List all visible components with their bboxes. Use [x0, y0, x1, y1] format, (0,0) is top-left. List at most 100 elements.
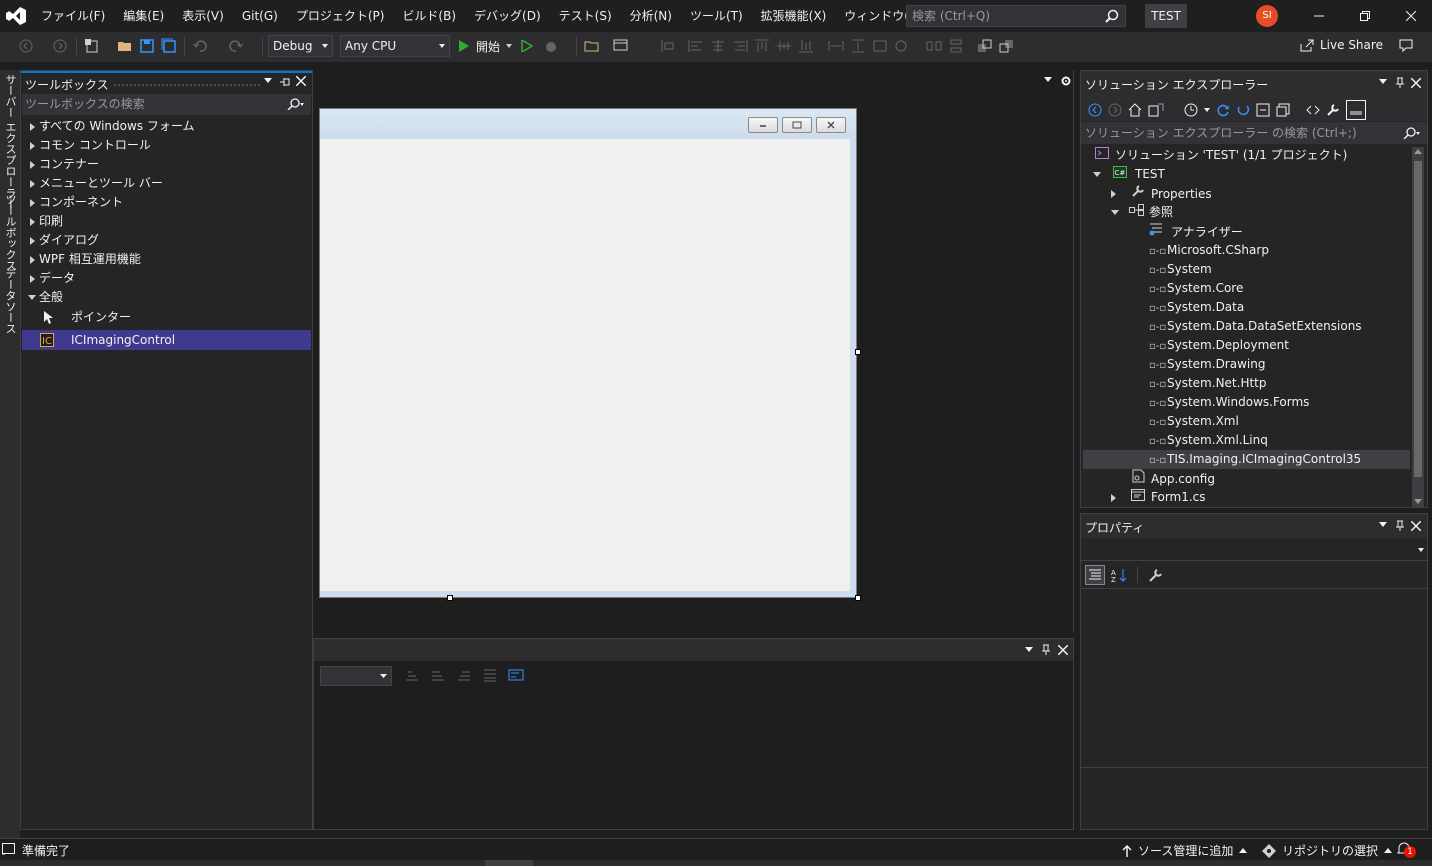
properties-wrench-icon[interactable]	[1326, 103, 1340, 117]
pin-icon[interactable]	[279, 76, 291, 88]
reference-item[interactable]: ▫-▫System.Xml.Linq	[1149, 431, 1268, 450]
open-file-icon[interactable]	[117, 38, 133, 54]
reference-item[interactable]: ▫-▫System.Drawing	[1149, 355, 1265, 374]
solution-node[interactable]: ソリューション 'TEST' (1/1 プロジェクト)	[1095, 146, 1347, 165]
select-repository-button[interactable]: リポジトリの選択	[1262, 842, 1393, 859]
make-same-height-icon[interactable]	[850, 39, 866, 53]
tab-server-explorer[interactable]: サーバー エクスプローラー	[2, 74, 18, 210]
previous-message-icon[interactable]	[430, 668, 446, 682]
output-source-dropdown[interactable]	[320, 666, 392, 686]
solution-explorer-scrollbar[interactable]	[1412, 147, 1424, 507]
view-code-icon[interactable]	[1306, 103, 1320, 117]
form-title-bar[interactable]	[320, 109, 856, 139]
menu-test[interactable]: テスト(S)	[550, 0, 621, 32]
alphabetical-sort-icon[interactable]: AZ	[1111, 567, 1127, 583]
scroll-down-icon[interactable]	[1414, 499, 1422, 504]
toolbox-item-icimagingcontrol[interactable]: IC ICImagingControl	[22, 330, 311, 350]
next-message-icon[interactable]	[456, 668, 472, 682]
close-window-button[interactable]	[1388, 0, 1432, 32]
search-icon[interactable]	[1403, 127, 1421, 139]
resize-handle-bottom[interactable]	[447, 595, 453, 601]
dropdown-caret-icon[interactable]	[1204, 108, 1210, 112]
toolbox-category[interactable]: コンポーネント	[21, 193, 312, 212]
close-output-icon[interactable]	[1058, 645, 1068, 655]
property-pages-wrench-icon[interactable]	[1148, 567, 1164, 583]
menu-file[interactable]: ファイル(F)	[32, 0, 114, 32]
toolbox-category[interactable]: メニューとツール バー	[21, 174, 312, 193]
forward-icon[interactable]	[1108, 103, 1122, 117]
search-icon[interactable]	[287, 98, 305, 110]
properties-object-selector[interactable]	[1081, 539, 1427, 561]
close-toolbox-icon[interactable]	[296, 76, 306, 86]
menu-tools[interactable]: ツール(T)	[681, 0, 752, 32]
minimize-window-button[interactable]	[1296, 0, 1342, 32]
reference-item[interactable]: ▫-▫System.Data.DataSetExtensions	[1149, 317, 1362, 336]
reference-item[interactable]: ▫-▫Microsoft.CSharp	[1149, 241, 1269, 260]
make-same-size-icon[interactable]	[872, 39, 888, 53]
open-folder-icon[interactable]	[584, 38, 600, 54]
start-debugging-button[interactable]: 開始	[458, 37, 513, 55]
menu-build[interactable]: ビルド(B)	[393, 0, 465, 32]
window-position-dropdown-icon[interactable]	[1379, 79, 1387, 85]
toolbox-search-input[interactable]: ツールボックスの検索	[22, 94, 311, 115]
menu-git[interactable]: Git(G)	[233, 0, 287, 32]
sync-icon[interactable]	[1216, 103, 1230, 117]
show-all-files-icon[interactable]	[1276, 103, 1290, 117]
restore-window-button[interactable]	[1342, 0, 1388, 32]
reference-item[interactable]: ▫-▫System.Xml	[1149, 412, 1239, 431]
toolbox-category[interactable]: コンテナー	[21, 155, 312, 174]
status-output-icon[interactable]	[2, 843, 16, 855]
reference-item[interactable]: ▫-▫System	[1149, 260, 1212, 279]
window-position-dropdown-icon[interactable]	[264, 78, 272, 84]
tab-data-sources[interactable]: データソース	[2, 268, 18, 334]
gear-icon[interactable]	[1060, 75, 1072, 87]
scroll-up-icon[interactable]	[1414, 149, 1422, 154]
toolbox-category[interactable]: WPF 相互運用機能	[21, 250, 312, 269]
menu-extensions[interactable]: 拡張機能(X)	[752, 0, 836, 32]
solution-name-badge[interactable]: TEST	[1145, 4, 1187, 28]
solution-explorer-search-input[interactable]: ソリューション エクスプローラー の検索 (Ctrl+;)	[1081, 122, 1427, 144]
back-icon[interactable]	[1088, 103, 1102, 117]
scrollbar-thumb[interactable]	[1414, 161, 1422, 477]
bring-to-front-icon[interactable]	[977, 39, 993, 53]
form1-node[interactable]: Form1.cs	[1111, 488, 1206, 507]
references-node[interactable]: 参照	[1111, 203, 1173, 222]
resize-handle-right[interactable]	[855, 349, 861, 355]
pin-icon[interactable]	[1395, 520, 1405, 532]
refresh-icon[interactable]	[1236, 103, 1250, 117]
menu-analyze[interactable]: 分析(N)	[621, 0, 681, 32]
menu-view[interactable]: 表示(V)	[173, 0, 233, 32]
close-solution-explorer-icon[interactable]	[1411, 78, 1421, 88]
pin-icon[interactable]	[1395, 77, 1405, 89]
clear-all-icon[interactable]	[482, 668, 498, 682]
document-tab-dropdown-icon[interactable]	[1044, 77, 1052, 83]
global-search-input[interactable]: 検索 (Ctrl+Q)	[906, 5, 1126, 27]
reference-item[interactable]: ▫-▫System.Deployment	[1149, 336, 1289, 355]
layout-icon[interactable]	[613, 38, 629, 54]
align-center-icon[interactable]	[710, 39, 726, 53]
resize-handle-corner[interactable]	[855, 595, 861, 601]
project-node[interactable]: C# TEST	[1093, 165, 1165, 184]
reference-item[interactable]: ▫-▫System.Core	[1149, 279, 1243, 298]
add-to-source-control-button[interactable]: ソース管理に追加	[1122, 842, 1248, 859]
switch-views-icon[interactable]	[1148, 103, 1164, 117]
form-client-area[interactable]	[320, 139, 850, 591]
toolbox-category[interactable]: 印刷	[21, 212, 312, 231]
categorized-view-icon[interactable]	[1085, 565, 1105, 585]
close-properties-icon[interactable]	[1411, 521, 1421, 531]
new-project-icon[interactable]	[84, 38, 100, 54]
reference-item[interactable]: ▫-▫System.Windows.Forms	[1149, 393, 1309, 412]
designer-form-window[interactable]	[319, 108, 857, 598]
menu-debug[interactable]: デバッグ(D)	[465, 0, 550, 32]
align-right-icon[interactable]	[732, 39, 748, 53]
live-share-button[interactable]: Live Share	[1300, 38, 1383, 52]
align-bottom-icon[interactable]	[798, 39, 814, 53]
save-icon[interactable]	[139, 38, 155, 54]
toolbox-item-pointer[interactable]: ポインター	[21, 308, 312, 327]
solution-platform-dropdown[interactable]: Any CPU	[340, 35, 450, 57]
navigate-forward-icon[interactable]	[52, 38, 68, 54]
find-message-icon[interactable]	[404, 668, 420, 682]
start-without-debugging-icon[interactable]	[519, 38, 535, 54]
form-maximize-button[interactable]	[782, 117, 812, 133]
toolbox-category[interactable]: すべての Windows フォーム	[21, 117, 312, 136]
